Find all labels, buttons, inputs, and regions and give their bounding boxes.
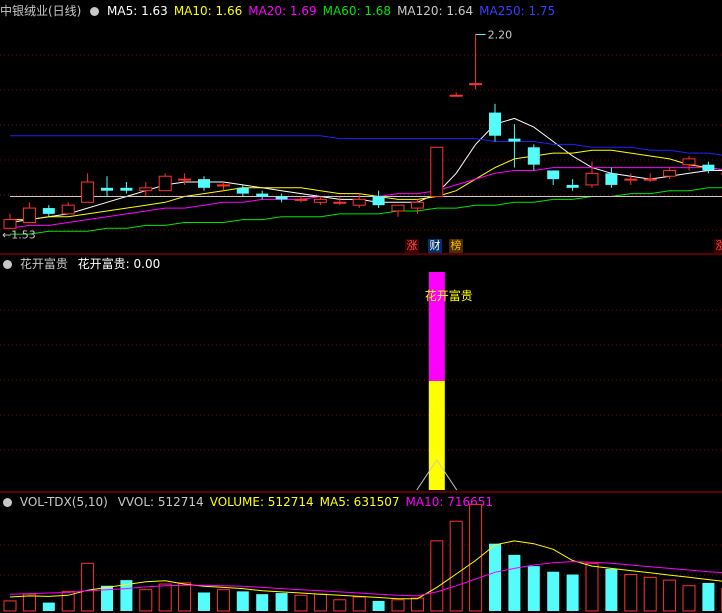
- volume-bar: [508, 554, 521, 611]
- candle-body: [198, 179, 210, 188]
- candle-body: [216, 184, 230, 187]
- ma250-line: [10, 135, 722, 156]
- candle-body: [643, 178, 657, 181]
- candle-body: [605, 173, 618, 185]
- volume-bar: [42, 602, 55, 611]
- event-badge[interactable]: 涨: [714, 239, 722, 253]
- volume-bar: [527, 566, 540, 611]
- volume-bar: [605, 568, 618, 611]
- volume-bar: [236, 591, 249, 611]
- candle-body: [391, 204, 405, 212]
- candle-body: [61, 204, 75, 215]
- volume-bar: [313, 593, 327, 612]
- volume-bar: [256, 594, 269, 611]
- candle-body: [352, 198, 366, 206]
- candle-body: [333, 201, 347, 204]
- candle-body: [585, 172, 599, 186]
- candle-body: [547, 170, 560, 180]
- candle-body: [22, 207, 36, 224]
- volume-bar: [216, 589, 230, 612]
- event-badge[interactable]: 财: [428, 239, 442, 253]
- candle-body: [372, 196, 385, 206]
- volume-bar: [139, 589, 153, 612]
- event-badge[interactable]: 榜: [449, 239, 463, 253]
- candle-body: [275, 196, 288, 200]
- signal-bar-segment: [428, 381, 445, 490]
- volume-bar: [643, 576, 657, 612]
- candle-body: [120, 187, 133, 191]
- volume-bar: [178, 582, 192, 612]
- event-badge[interactable]: 涨: [405, 239, 419, 253]
- volume-bar: [391, 599, 405, 612]
- candle-body: [449, 94, 463, 97]
- candle-body: [527, 147, 540, 165]
- candle-body: [410, 201, 424, 209]
- candle-body: [101, 187, 113, 191]
- volume-bar: [585, 562, 599, 612]
- candle-body: [178, 178, 192, 181]
- volume-bar: [372, 600, 385, 611]
- candle-body: [430, 146, 444, 197]
- volume-bar: [449, 520, 463, 612]
- volume-bar: [81, 562, 95, 612]
- signal-label: 花开富贵: [425, 288, 473, 303]
- candle-body: [81, 181, 95, 203]
- volume-bar: [566, 574, 579, 611]
- candle-body: [702, 164, 715, 171]
- candle-body: [663, 169, 677, 177]
- candle-body: [624, 178, 638, 181]
- volume-bar: [333, 599, 347, 612]
- volume-bar: [663, 579, 677, 612]
- volume-bar: [352, 596, 366, 612]
- volume-bar: [702, 582, 715, 611]
- candle-body: [508, 138, 521, 142]
- candle-body: [139, 187, 153, 192]
- candle-body: [566, 184, 579, 188]
- candle-body: [42, 208, 55, 214]
- high-price-label: 2.20: [488, 28, 512, 41]
- volume-bar: [158, 583, 172, 612]
- volume-bar: [430, 540, 444, 612]
- volume-bar: [624, 574, 638, 612]
- volume-bar: [294, 594, 308, 612]
- stock-chart-canvas[interactable]: 2.20 ←1.53 花开富贵: [0, 0, 722, 613]
- candle-body: [313, 198, 327, 203]
- volume-bar: [275, 593, 288, 611]
- ma5-line: [9, 117, 722, 223]
- candle-body: [294, 198, 308, 201]
- candle-body: [489, 112, 501, 136]
- volume-bar: [489, 543, 501, 611]
- volume-bar: [22, 593, 36, 612]
- volume-bar: [3, 600, 17, 612]
- candle-body: [236, 187, 249, 194]
- volume-bar: [198, 592, 210, 611]
- candle-body: [158, 175, 172, 192]
- low-price-label: ←1.53: [2, 228, 36, 241]
- candle-body: [3, 219, 17, 229]
- volume-bar: [682, 585, 696, 612]
- volume-bar: [547, 571, 560, 611]
- volume-bar: [410, 597, 424, 612]
- candle-body: [256, 193, 269, 197]
- candle-body: [469, 83, 483, 86]
- candle-body: [682, 158, 696, 166]
